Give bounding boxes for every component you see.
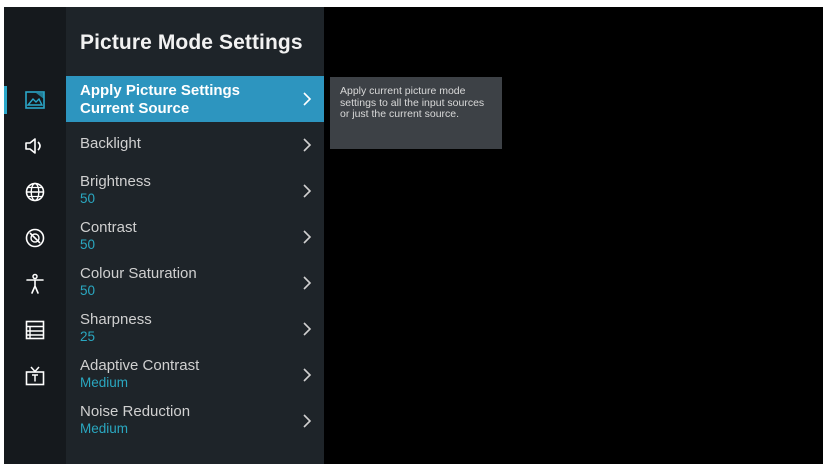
help-tooltip: Apply current picture mode settings to a… xyxy=(330,77,502,149)
list-icon xyxy=(25,320,45,340)
settings-sidebar xyxy=(4,7,66,464)
chevron-right-icon xyxy=(303,322,312,336)
chevron-right-icon xyxy=(303,230,312,244)
tv-screen: Picture Mode Settings Apply Picture Sett… xyxy=(4,7,823,464)
menu-item-value: 50 xyxy=(80,191,96,206)
picture-mode-panel: Picture Mode Settings Apply Picture Sett… xyxy=(66,7,324,464)
nav-item-sound[interactable] xyxy=(4,126,66,166)
menu-item-colour-saturation[interactable]: Colour Saturation 50 xyxy=(66,260,324,306)
nav-item-network[interactable] xyxy=(4,172,66,212)
accessibility-icon xyxy=(26,273,44,294)
sound-icon xyxy=(25,138,41,154)
menu-item-backlight[interactable]: Backlight xyxy=(66,122,324,168)
globe-icon xyxy=(25,182,45,202)
menu-item-value: Current Source xyxy=(80,100,190,117)
tv-icon xyxy=(25,366,45,386)
menu-item-value: Medium xyxy=(80,421,129,436)
menu-item-label: Adaptive Contrast xyxy=(80,357,200,374)
menu-item-brightness[interactable]: Brightness 50 xyxy=(66,168,324,214)
menu-item-label: Contrast xyxy=(80,219,137,236)
nav-item-accessibility[interactable] xyxy=(4,264,66,304)
nav-item-support[interactable] xyxy=(4,310,66,350)
chevron-right-icon xyxy=(303,368,312,382)
menu-item-apply-picture-settings[interactable]: Apply Picture Settings Current Source xyxy=(66,76,324,122)
chevron-right-icon xyxy=(303,92,312,106)
dial-icon xyxy=(25,228,45,248)
menu-item-contrast[interactable]: Contrast 50 xyxy=(66,214,324,260)
menu-item-label: Colour Saturation xyxy=(80,265,197,282)
menu-item-sharpness[interactable]: Sharpness 25 xyxy=(66,306,324,352)
chevron-right-icon xyxy=(303,276,312,290)
menu-item-value: 50 xyxy=(80,237,96,252)
menu-item-label: Sharpness xyxy=(80,311,152,328)
picture-icon xyxy=(25,91,45,109)
menu-item-label: Noise Reduction xyxy=(80,403,191,420)
chevron-right-icon xyxy=(303,414,312,428)
menu-item-adaptive-contrast[interactable]: Adaptive Contrast Medium xyxy=(66,352,324,398)
menu-item-value: Medium xyxy=(80,375,129,390)
tooltip-text: Apply current picture mode settings to a… xyxy=(340,85,485,120)
chevron-right-icon xyxy=(303,138,312,152)
nav-item-channel[interactable] xyxy=(4,356,66,396)
nav-item-picture[interactable] xyxy=(4,80,66,120)
menu-item-label: Brightness xyxy=(80,173,151,190)
menu-item-label: Backlight xyxy=(80,135,141,152)
menu-item-label: Apply Picture Settings xyxy=(80,82,241,99)
nav-item-system[interactable] xyxy=(4,218,66,258)
chevron-right-icon xyxy=(303,184,312,198)
menu-item-value: 50 xyxy=(80,283,96,298)
menu-item-noise-reduction[interactable]: Noise Reduction Medium xyxy=(66,398,324,444)
menu-item-value: 25 xyxy=(80,329,96,344)
page-title: Picture Mode Settings xyxy=(80,31,303,54)
